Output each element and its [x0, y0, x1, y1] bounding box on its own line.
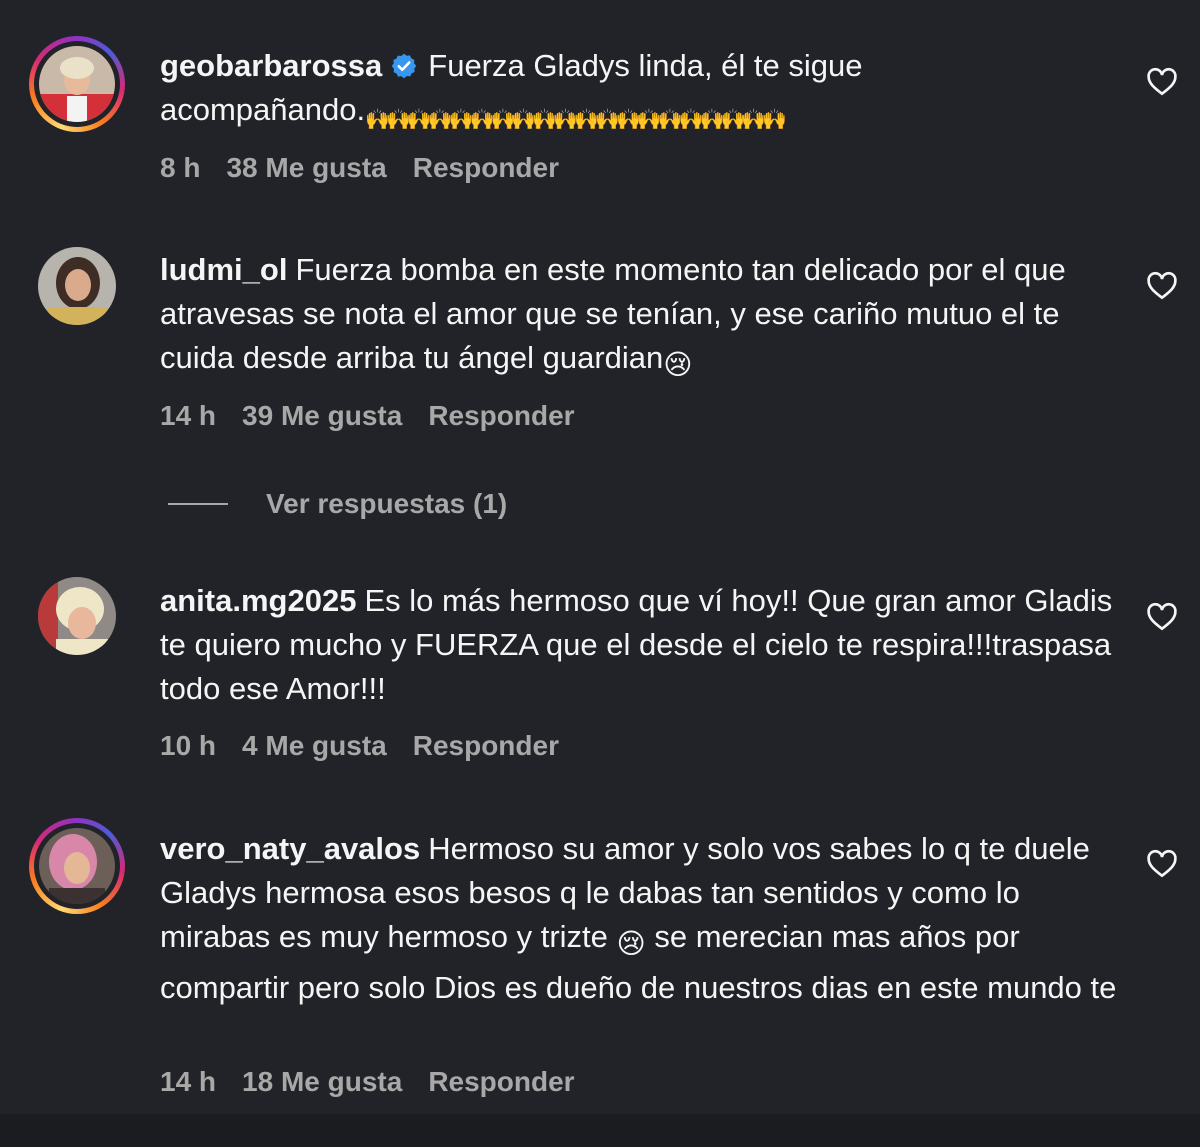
username[interactable]: anita.mg2025 [160, 583, 356, 618]
avatar[interactable] [29, 247, 125, 343]
comment-text: Fuerza bomba en este momento tan delicad… [160, 252, 1066, 375]
avatar-image [39, 828, 115, 904]
username[interactable]: geobarbarossa [160, 48, 382, 83]
raising-hands-emoji-row: 🙌🙌🙌🙌🙌🙌🙌🙌🙌🙌🙌🙌🙌🙌🙌🙌🙌🙌🙌🙌 [365, 109, 787, 131]
timestamp[interactable]: 8 h [160, 152, 200, 183]
avatar[interactable] [29, 36, 125, 132]
timestamp[interactable]: 10 h [160, 730, 216, 761]
comments-list: geobarbarossa Fuerza Gladys linda, él te… [0, 0, 1200, 1114]
avatar[interactable] [29, 577, 125, 673]
view-replies-button[interactable]: Ver respuestas (1) [168, 484, 507, 524]
crying-face-emoji: 😢 [663, 349, 693, 380]
bottom-strip [0, 1114, 1200, 1147]
like-count[interactable]: 38 Me gusta [226, 152, 386, 183]
reply-button[interactable]: Responder [428, 1066, 574, 1097]
heart-outline-icon[interactable] [1146, 66, 1178, 96]
heart-outline-icon[interactable] [1146, 848, 1178, 878]
avatar-image [39, 46, 115, 122]
reply-button[interactable]: Responder [428, 400, 574, 431]
heart-outline-icon[interactable] [1146, 270, 1178, 300]
avatar-image [38, 577, 116, 655]
comment-body: ludmi_ol Fuerza bomba en este momento tan… [160, 248, 1120, 387]
reply-button[interactable]: Responder [413, 730, 559, 761]
crying-face-emoji: 😢 [616, 928, 646, 959]
like-count[interactable]: 4 Me gusta [242, 730, 387, 761]
comment-body: anita.mg2025 Es lo más hermoso que ví hoy… [160, 579, 1120, 711]
heart-outline-icon[interactable] [1146, 601, 1178, 631]
reply-button[interactable]: Responder [413, 152, 559, 183]
timestamp[interactable]: 14 h [160, 400, 216, 431]
username[interactable]: vero_naty_avalos [160, 831, 420, 866]
comment-body: vero_naty_avalos Hermoso su amor y solo v… [160, 827, 1120, 1010]
comment-meta: 14 h 18 Me gusta Responder [160, 1066, 601, 1098]
like-count[interactable]: 39 Me gusta [242, 400, 402, 431]
verified-badge-icon [392, 53, 417, 79]
avatar[interactable] [29, 818, 125, 914]
comment-text-cont: acompañando. [160, 92, 366, 127]
replies-divider-line [168, 503, 228, 505]
timestamp[interactable]: 14 h [160, 1066, 216, 1097]
like-count[interactable]: 18 Me gusta [242, 1066, 402, 1097]
comment-meta: 8 h 38 Me gusta Responder [160, 152, 585, 184]
avatar-image [38, 247, 116, 325]
comment-body: geobarbarossa Fuerza Gladys linda, él te… [160, 44, 1120, 142]
view-replies-label: Ver respuestas (1) [266, 488, 508, 519]
comment-meta: 14 h 39 Me gusta Responder [160, 400, 601, 432]
username[interactable]: ludmi_ol [160, 252, 287, 287]
comment-meta: 10 h 4 Me gusta Responder [160, 730, 585, 762]
comment-text: Fuerza Gladys linda, él te sigue [428, 48, 863, 83]
